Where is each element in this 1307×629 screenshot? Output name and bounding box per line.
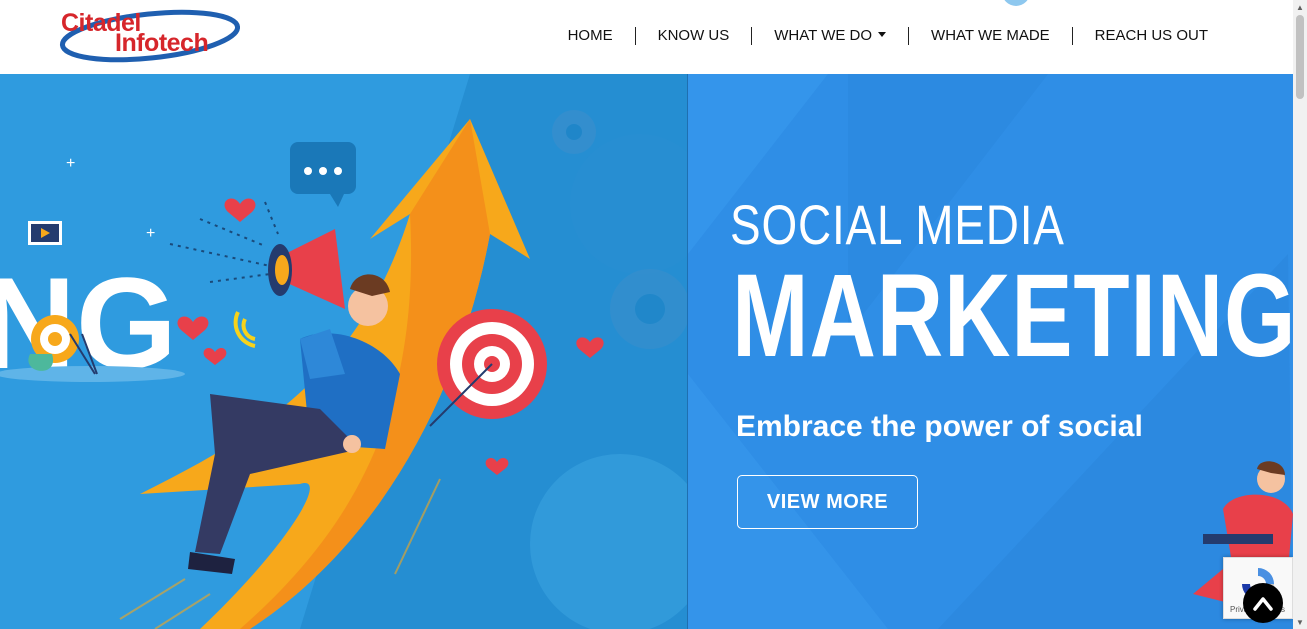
- nav-what-we-do[interactable]: WHAT WE DO: [751, 27, 908, 45]
- video-play-icon: [28, 221, 62, 245]
- back-to-top-button[interactable]: [1243, 583, 1283, 623]
- svg-text:+: +: [66, 155, 75, 172]
- caret-down-icon: [878, 31, 887, 37]
- nav-home[interactable]: HOME: [546, 27, 635, 45]
- hero-heading-line1: SOCIAL MEDIA: [730, 193, 1065, 256]
- logo-text-infotech: Infotech: [115, 29, 209, 57]
- main-nav: HOME KNOW US WHAT WE DO WHAT WE MADE REA…: [546, 25, 1293, 47]
- nav-what-we-made[interactable]: WHAT WE MADE: [908, 27, 1072, 45]
- hero-slider: NG + + SOCIAL MEDIA MARKETING Embrace th…: [0, 74, 1293, 629]
- chevron-up-icon: [1253, 597, 1273, 611]
- nav-reach-us-out[interactable]: REACH US OUT: [1071, 27, 1293, 45]
- hero-heading-line2: MARKETING: [732, 250, 1293, 382]
- svg-text:+: +: [146, 225, 155, 242]
- site-logo[interactable]: Citadel Infotech: [58, 8, 240, 64]
- hero-slide-illustration: NG + +: [0, 74, 710, 629]
- hero-tagline: Embrace the power of social: [736, 410, 1143, 443]
- marketing-illustration: NG + +: [0, 74, 710, 629]
- scroll-up-arrow-icon[interactable]: ▲: [1293, 0, 1307, 14]
- floating-bubble-icon: [1004, 0, 1028, 6]
- scroll-thumb[interactable]: [1296, 15, 1304, 99]
- gear-icon: [552, 110, 596, 154]
- nav-what-we-do-label: WHAT WE DO: [774, 27, 873, 44]
- view-more-button[interactable]: VIEW MORE: [737, 475, 918, 529]
- hero-slide-social-media: SOCIAL MEDIA MARKETING Embrace the power…: [688, 74, 1293, 629]
- header-navbar: Citadel Infotech HOME KNOW US WHAT WE DO…: [0, 0, 1293, 74]
- nav-know-us[interactable]: KNOW US: [634, 27, 752, 45]
- page-scrollbar[interactable]: ▲ ▼: [1293, 0, 1307, 629]
- scroll-down-arrow-icon[interactable]: ▼: [1293, 615, 1307, 629]
